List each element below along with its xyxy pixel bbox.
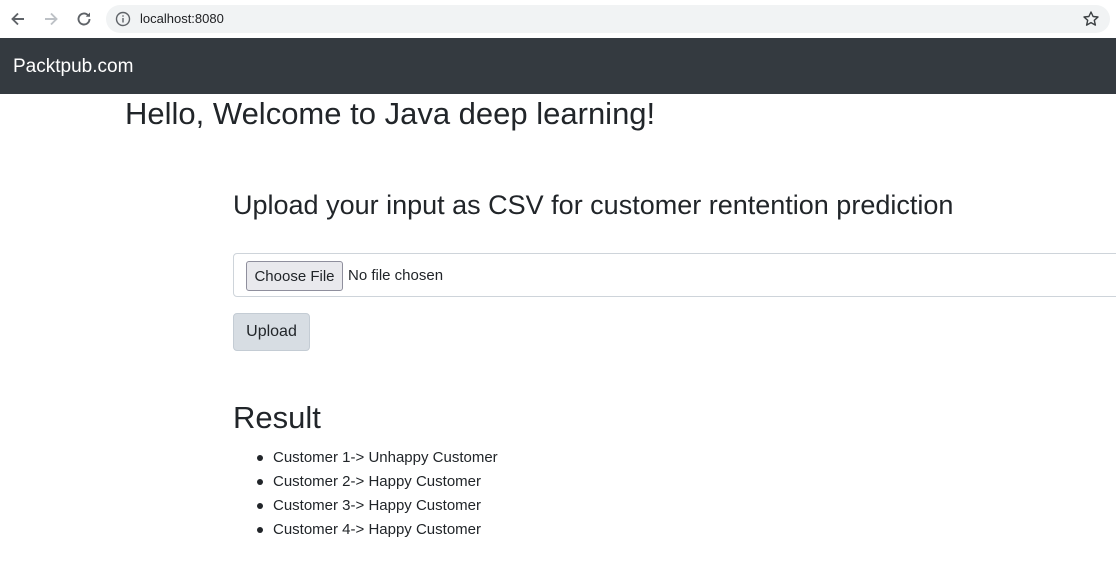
file-input[interactable]: Choose File No file chosen: [233, 253, 1116, 297]
url-text[interactable]: localhost:8080: [140, 11, 224, 26]
result-item-text: Customer 2-> Happy Customer: [273, 473, 481, 490]
forward-arrow-icon: [45, 12, 58, 26]
bullet-icon: [257, 455, 263, 461]
result-heading: Result: [233, 400, 321, 435]
bullet-icon: [257, 479, 263, 485]
upload-heading: Upload your input as CSV for customer re…: [233, 190, 954, 220]
result-list: Customer 1-> Unhappy Customer Customer 2…: [233, 446, 498, 542]
bullet-icon: [257, 527, 263, 533]
page-title: Hello, Welcome to Java deep learning!: [125, 96, 656, 131]
result-item: Customer 1-> Unhappy Customer: [233, 446, 498, 470]
reload-icon: [77, 12, 91, 26]
back-button[interactable]: [6, 7, 30, 31]
browser-toolbar: localhost:8080: [0, 0, 1116, 38]
bullet-icon: [257, 503, 263, 509]
address-bar[interactable]: localhost:8080: [106, 5, 1110, 33]
reload-button[interactable]: [72, 7, 96, 31]
forward-button[interactable]: [39, 7, 63, 31]
navbar-brand[interactable]: Packtpub.com: [13, 56, 133, 78]
choose-file-button[interactable]: Choose File: [246, 261, 343, 291]
result-item-text: Customer 1-> Unhappy Customer: [273, 449, 498, 466]
result-item: Customer 3-> Happy Customer: [233, 494, 498, 518]
bookmark-star-icon[interactable]: [1082, 10, 1100, 28]
navbar: Packtpub.com: [0, 38, 1116, 94]
back-arrow-icon: [11, 12, 24, 26]
info-icon[interactable]: [115, 11, 131, 27]
result-item: Customer 2-> Happy Customer: [233, 470, 498, 494]
file-status-text: No file chosen: [348, 267, 444, 284]
result-item-text: Customer 3-> Happy Customer: [273, 497, 481, 514]
result-item: Customer 4-> Happy Customer: [233, 518, 498, 542]
result-item-text: Customer 4-> Happy Customer: [273, 521, 481, 538]
upload-button[interactable]: Upload: [233, 313, 310, 351]
